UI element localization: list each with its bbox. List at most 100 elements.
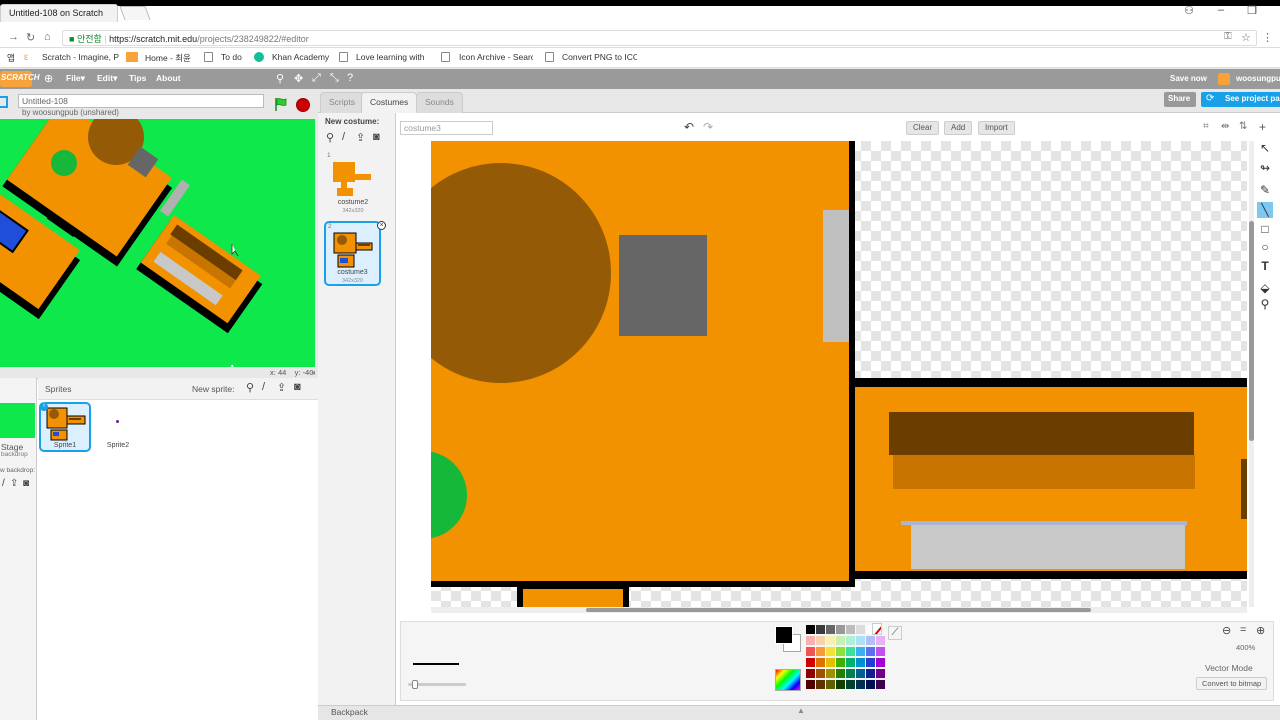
convert-to-bitmap-button[interactable]: Convert to bitmap: [1196, 677, 1268, 690]
expand-backpack-icon[interactable]: ▲: [797, 706, 805, 715]
palette-swatch[interactable]: [816, 658, 825, 667]
stop-icon[interactable]: [296, 98, 310, 112]
palette-swatch[interactable]: [836, 669, 845, 678]
canvas-horizontal-scrollbar[interactable]: [431, 607, 1247, 613]
palette-swatch[interactable]: [846, 669, 855, 678]
line-tool-icon[interactable]: ╲: [1257, 202, 1273, 218]
stamp-icon[interactable]: ⚲: [276, 72, 284, 85]
transparent-swatch[interactable]: [872, 623, 882, 635]
maximize-icon[interactable]: ❐: [1243, 4, 1261, 20]
costume-item-2[interactable]: 2 × costume3 342x320: [324, 221, 386, 286]
tab-costumes[interactable]: Costumes: [361, 92, 418, 114]
reshape-tool-icon[interactable]: ↬: [1257, 160, 1273, 176]
key-icon[interactable]: ⚿: [1224, 31, 1232, 42]
bookmark-khan[interactable]: Khan Academy: [272, 52, 329, 62]
menu-icon[interactable]: ⋮: [1262, 31, 1273, 44]
palette-swatch[interactable]: [806, 658, 815, 667]
flip-vertical-icon[interactable]: ⇅: [1239, 121, 1247, 132]
tab-sounds[interactable]: Sounds: [416, 92, 463, 113]
costume-canvas[interactable]: [431, 141, 1247, 607]
palette-swatch[interactable]: [806, 636, 815, 645]
palette-swatch[interactable]: [826, 647, 835, 656]
reload-icon[interactable]: ↻: [26, 31, 35, 44]
zoom-out-icon[interactable]: ⊖: [1222, 624, 1231, 637]
collapse-stage-icon[interactable]: ◂: [311, 368, 315, 377]
bookmark-home[interactable]: Home - 최윤: [145, 52, 191, 64]
url-field[interactable]: ■ 안전함 | https://scratch.mit.edu/projects…: [62, 30, 1257, 46]
palette-swatch[interactable]: [836, 658, 845, 667]
choose-costume-icon[interactable]: ⚲: [326, 131, 334, 144]
tab-scripts[interactable]: Scripts: [320, 92, 364, 113]
color-picker-swatch[interactable]: [775, 669, 801, 691]
upload-costume-icon[interactable]: ⇪: [356, 131, 365, 144]
username[interactable]: woosungpub: [1236, 74, 1280, 83]
paint-sprite-icon[interactable]: /: [262, 381, 265, 393]
palette-swatch[interactable]: [806, 680, 815, 689]
costume-name-field[interactable]: costume3: [400, 121, 493, 135]
palette-swatch[interactable]: [846, 625, 855, 634]
palette-swatch[interactable]: [856, 625, 865, 634]
minimize-icon[interactable]: –: [1212, 4, 1230, 20]
bookmark-star-icon[interactable]: ☆: [1241, 31, 1251, 44]
set-center-icon[interactable]: +: [1259, 120, 1266, 134]
stamp-tool-icon[interactable]: ⚲: [1257, 296, 1273, 312]
palette-swatch[interactable]: [856, 636, 865, 645]
sprite-thumb-sprite1[interactable]: i Sprite1: [39, 402, 91, 452]
menu-about[interactable]: About: [156, 73, 181, 83]
palette-swatch[interactable]: [806, 625, 815, 634]
redo-icon[interactable]: ↷: [703, 120, 713, 134]
palette-swatch[interactable]: [826, 669, 835, 678]
select-tool-icon[interactable]: ↖: [1257, 140, 1273, 156]
palette-swatch[interactable]: [826, 658, 835, 667]
menu-edit[interactable]: Edit▾: [97, 73, 117, 84]
choose-sprite-icon[interactable]: ⚲: [246, 381, 254, 394]
project-title-field[interactable]: Untitled-108: [18, 94, 264, 108]
delete-costume-icon[interactable]: ×: [377, 221, 386, 230]
flip-horizontal-icon[interactable]: ⇹: [1221, 121, 1229, 132]
import-button[interactable]: Import: [978, 121, 1015, 135]
palette-swatch[interactable]: [846, 647, 855, 656]
palette-swatch[interactable]: [836, 647, 845, 656]
sprite-thumb-sprite2[interactable]: Sprite2: [92, 402, 144, 452]
pencil-tool-icon[interactable]: ✎: [1257, 182, 1273, 198]
bookmark-love-learning[interactable]: Love learning with: [356, 52, 428, 62]
palette-swatch[interactable]: [816, 680, 825, 689]
palette-swatch[interactable]: [866, 647, 875, 656]
apps-bookmark[interactable]: 앱: [7, 52, 15, 64]
camera-costume-icon[interactable]: ◙: [373, 131, 380, 143]
rectangle-tool-icon[interactable]: □: [1257, 221, 1273, 237]
stage-canvas[interactable]: [0, 119, 315, 367]
eyedropper-icon[interactable]: ⟋: [888, 626, 902, 640]
save-now-link[interactable]: Save now: [1170, 74, 1207, 83]
palette-swatch[interactable]: [826, 680, 835, 689]
palette-swatch[interactable]: [856, 680, 865, 689]
camera-sprite-icon[interactable]: ◙: [294, 381, 301, 393]
palette-swatch[interactable]: [846, 658, 855, 667]
user-icon[interactable]: ⚇: [1180, 4, 1198, 20]
palette-swatch[interactable]: [816, 625, 825, 634]
zoom-reset-icon[interactable]: =: [1240, 624, 1246, 636]
palette-swatch[interactable]: [806, 669, 815, 678]
bookmark-icon-archive[interactable]: Icon Archive - Searc: [459, 52, 533, 62]
text-tool-icon[interactable]: T: [1257, 258, 1273, 274]
fill-tool-icon[interactable]: ⬙: [1257, 280, 1273, 296]
canvas-vertical-scrollbar[interactable]: [1249, 141, 1254, 607]
undo-icon[interactable]: ↶: [684, 120, 694, 134]
palette-swatch[interactable]: [866, 669, 875, 678]
upload-sprite-icon[interactable]: ⇪: [277, 381, 286, 394]
menu-file[interactable]: File▾: [66, 73, 85, 84]
paint-backdrop-icon[interactable]: /: [2, 478, 5, 489]
palette-swatch[interactable]: [836, 625, 845, 634]
palette-swatch[interactable]: [836, 680, 845, 689]
palette-swatch[interactable]: [806, 647, 815, 656]
user-avatar[interactable]: [1218, 73, 1230, 85]
help-icon[interactable]: ?: [347, 72, 353, 84]
menu-tips[interactable]: Tips: [129, 73, 146, 83]
forward-icon[interactable]: →: [8, 31, 19, 43]
palette-swatch[interactable]: [816, 647, 825, 656]
palette-swatch[interactable]: [826, 636, 835, 645]
palette-swatch[interactable]: [866, 680, 875, 689]
bookmark-scratch[interactable]: Scratch - Imagine, P: [42, 52, 119, 62]
bookmark-convert-png[interactable]: Convert PNG to ICO: [562, 52, 637, 62]
palette-swatch[interactable]: [876, 636, 885, 645]
